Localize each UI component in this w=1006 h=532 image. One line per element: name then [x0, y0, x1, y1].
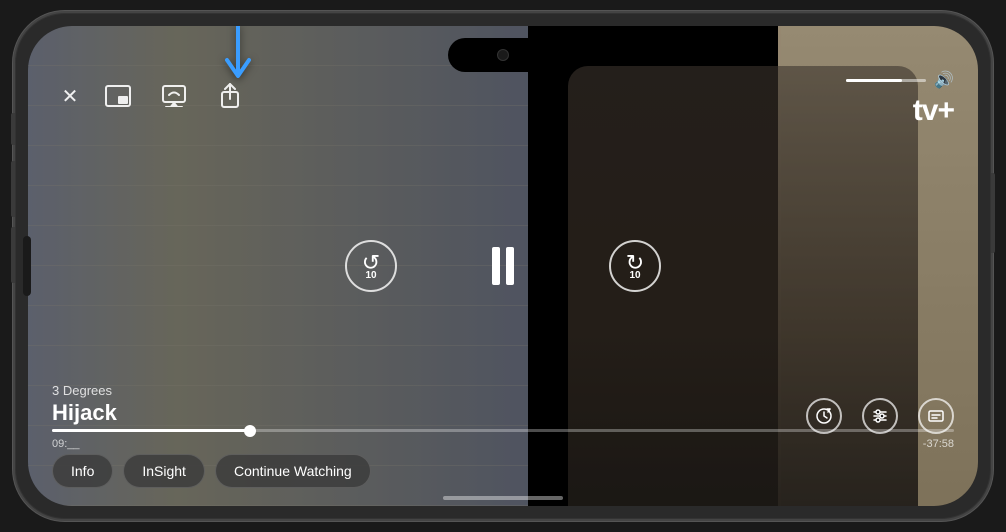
continue-watching-pill[interactable]: Continue Watching: [215, 454, 371, 488]
appletv-logo-area: 🔊 tv+: [846, 70, 954, 128]
skip-back-label: 10: [365, 270, 376, 281]
skip-forward-button[interactable]: ↻ 10: [609, 240, 661, 292]
volume-down-button[interactable]: [11, 227, 15, 283]
volume-icon[interactable]: 🔊: [934, 70, 954, 90]
progress-fill: [52, 429, 250, 432]
progress-area: 09:__ -37:58: [28, 429, 978, 450]
episode-label: 3 Degrees: [52, 383, 117, 398]
close-button[interactable]: ✕: [52, 78, 88, 114]
volume-up-button[interactable]: [11, 161, 15, 217]
top-controls: ✕: [28, 78, 978, 114]
current-time: 09:__: [52, 438, 80, 450]
pause-bar-left: [492, 247, 500, 285]
power-button[interactable]: [991, 173, 995, 253]
progress-bar[interactable]: [52, 429, 954, 432]
volume-fill: [846, 79, 902, 82]
blue-arrow-icon: [223, 26, 253, 84]
phone-frame: ✕: [13, 11, 993, 521]
arrow-indicator: [223, 26, 253, 84]
dynamic-island: [448, 38, 558, 72]
pip-button[interactable]: [100, 78, 136, 114]
skip-forward-label: 10: [629, 270, 640, 281]
insight-pill[interactable]: InSight: [123, 454, 205, 488]
info-pill[interactable]: Info: [52, 454, 113, 488]
progress-scrubber[interactable]: [244, 425, 256, 437]
home-indicator[interactable]: [443, 496, 563, 500]
tvplus-text: tv+: [913, 94, 954, 128]
remaining-time: -37:58: [923, 438, 954, 450]
front-camera: [497, 49, 509, 61]
screen: ✕: [28, 26, 978, 506]
skip-back-button[interactable]: ↺ 10: [345, 240, 397, 292]
bottom-pills: Info InSight Continue Watching: [52, 454, 371, 488]
show-title: Hijack: [52, 400, 117, 426]
pause-button[interactable]: [477, 240, 529, 292]
pause-bar-right: [506, 247, 514, 285]
mute-button[interactable]: [11, 113, 15, 145]
camera-bump: [23, 236, 31, 296]
pause-icon: [492, 247, 514, 285]
title-info: 3 Degrees Hijack: [52, 383, 117, 426]
volume-control: 🔊: [846, 70, 954, 90]
playback-controls: ↺ 10 ↻ 10: [345, 240, 661, 292]
appletv-logo: tv+: [909, 94, 954, 128]
volume-bar[interactable]: [846, 79, 926, 82]
airplay-button[interactable]: [156, 78, 192, 114]
time-labels: 09:__ -37:58: [52, 438, 954, 450]
